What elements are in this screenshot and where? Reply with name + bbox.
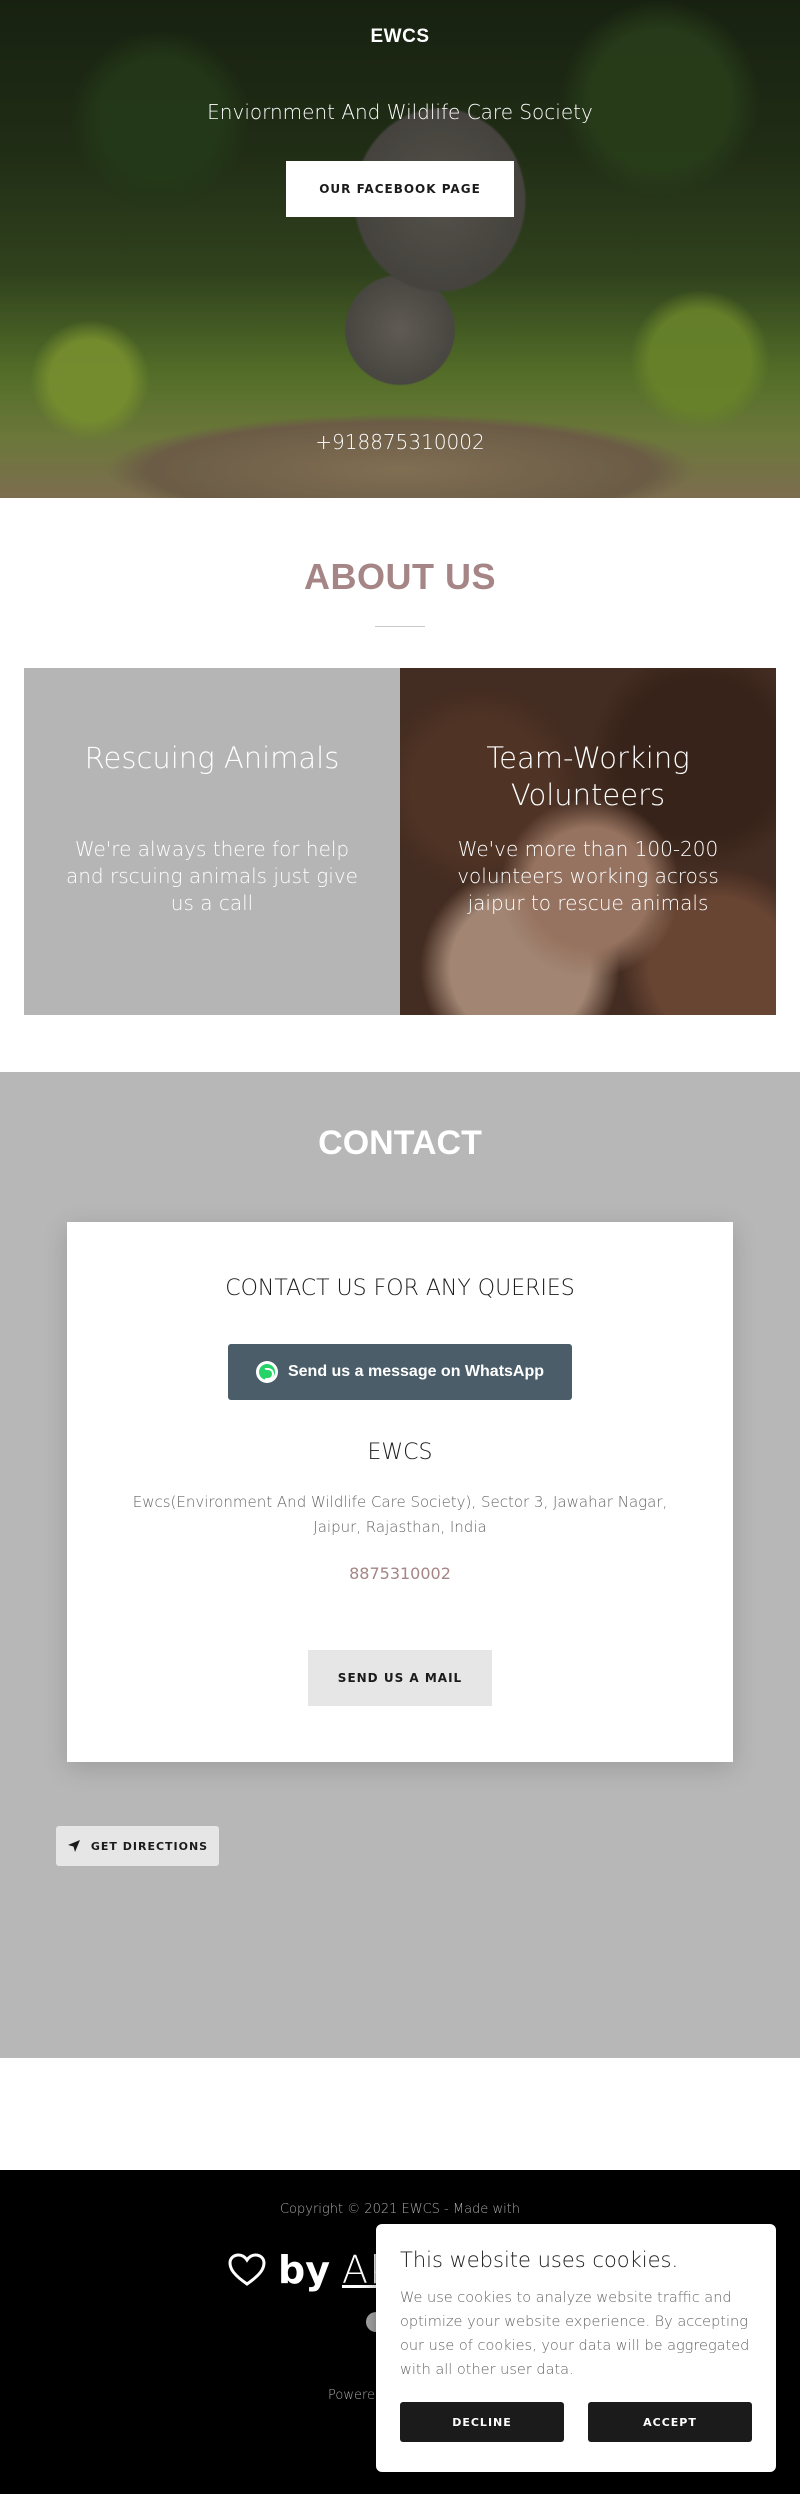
get-directions-label: GET DIRECTIONS bbox=[90, 1839, 209, 1853]
heart-icon bbox=[228, 2253, 266, 2286]
get-directions-button[interactable]: GET DIRECTIONS bbox=[56, 1826, 219, 1866]
about-card-title: Rescuing Animals bbox=[84, 741, 340, 775]
hero-phone[interactable]: +918875310002 bbox=[0, 430, 800, 454]
whatsapp-icon bbox=[255, 1361, 278, 1383]
contact-card: CONTACT US FOR ANY QUERIES Send us a mes… bbox=[67, 1222, 733, 1762]
copyright-text: Copyright © 2021 EWCS - Made with bbox=[279, 2202, 521, 2217]
made-with-line: by Ak bbox=[228, 2240, 390, 2300]
contact-title: CONTACT bbox=[318, 1124, 482, 1162]
business-address: Ewcs(Environment And Wildlife Care Socie… bbox=[132, 1493, 668, 1536]
cookie-banner: This website uses cookies. We use cookie… bbox=[376, 2224, 776, 2472]
whatsapp-button-label: Send us a message on WhatsApp bbox=[287, 1363, 545, 1380]
send-mail-button[interactable]: SEND US A MAIL bbox=[308, 1650, 492, 1706]
contact-phone-link[interactable]: 8875310002 bbox=[67, 1564, 733, 1583]
business-name: EWCS bbox=[367, 1440, 433, 1465]
cookie-title: This website uses cookies. bbox=[400, 2248, 679, 2272]
cookie-text: We use cookies to analyze website traffi… bbox=[400, 2290, 750, 2378]
about-title: ABOUT US bbox=[304, 556, 496, 597]
about-divider bbox=[375, 626, 425, 627]
powered-by-text: Powere bbox=[328, 2388, 376, 2403]
contact-section: CONTACT CONTACT US FOR ANY QUERIES Send … bbox=[0, 1072, 800, 2058]
whatsapp-button[interactable]: Send us a message on WhatsApp bbox=[228, 1344, 572, 1400]
hero-section: EWCS Enviornment And Wildlife Care Socie… bbox=[0, 0, 800, 498]
about-card-text: We've more than 100-200 volunteers worki… bbox=[457, 837, 719, 915]
site-logo[interactable]: EWCS bbox=[0, 26, 800, 48]
navigation-arrow-icon bbox=[67, 1840, 80, 1852]
about-card-rescuing: Rescuing Animals We're always there for … bbox=[24, 668, 400, 1015]
facebook-page-button[interactable]: OUR FACEBOOK PAGE bbox=[286, 161, 514, 217]
about-card-text: We're always there for help and rscuing … bbox=[65, 837, 358, 915]
about-card-volunteers: Team-Working Volunteers We've more than … bbox=[400, 668, 776, 1015]
made-by-label: by bbox=[278, 2248, 330, 2292]
cookie-decline-button[interactable]: DECLINE bbox=[400, 2402, 564, 2442]
contact-heading: CONTACT US FOR ANY QUERIES bbox=[225, 1276, 575, 1301]
cookie-accept-button[interactable]: ACCEPT bbox=[588, 2402, 752, 2442]
hero-tagline: Enviornment And Wildlife Care Society bbox=[207, 100, 593, 124]
about-card-title: Team-Working Volunteers bbox=[486, 741, 690, 812]
